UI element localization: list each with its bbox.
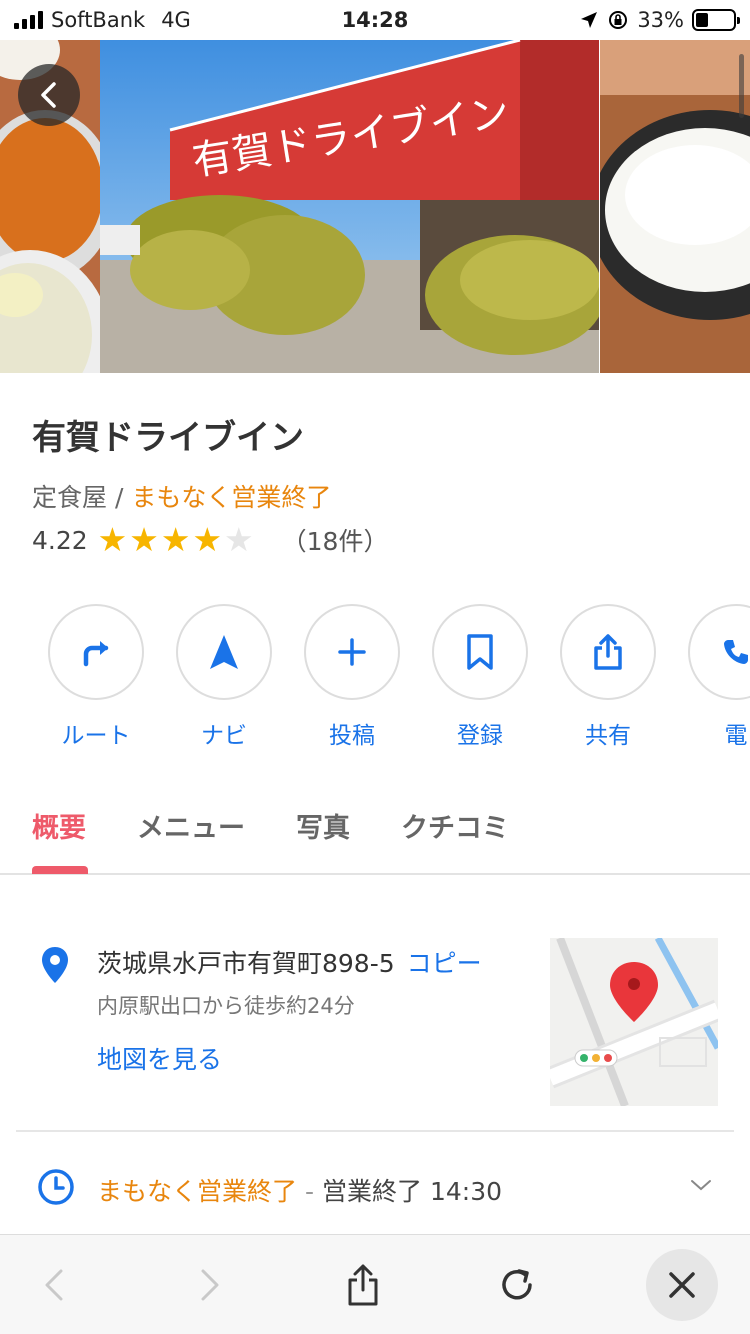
action-plus-button[interactable]: 投稿 bbox=[304, 604, 400, 750]
action-phone-button[interactable]: 電 bbox=[688, 604, 750, 750]
photo-rice[interactable] bbox=[600, 40, 750, 373]
bookmark-icon bbox=[464, 633, 496, 671]
action-circle[interactable] bbox=[432, 604, 528, 700]
rating-value: 4.22 bbox=[32, 525, 88, 555]
category-line: 定食屋 / まもなく営業終了 bbox=[32, 478, 331, 514]
map-thumbnail[interactable] bbox=[550, 938, 718, 1106]
hours-separator: - bbox=[305, 1177, 315, 1206]
category-separator: / bbox=[114, 483, 124, 512]
tab-menu[interactable]: メニュー bbox=[137, 806, 245, 845]
view-map-link[interactable]: 地図を見る bbox=[97, 1040, 222, 1076]
action-route-arrow-button[interactable]: ルート bbox=[48, 604, 144, 750]
action-circle[interactable] bbox=[304, 604, 400, 700]
business-hours[interactable]: まもなく営業終了 - 営業終了 14:30 bbox=[97, 1172, 502, 1208]
action-circle[interactable] bbox=[48, 604, 144, 700]
nearest-station: 内原駅出口から徒歩約24分 bbox=[97, 994, 355, 1018]
phone-icon bbox=[720, 636, 750, 668]
open-status: まもなく営業終了 bbox=[131, 483, 332, 512]
browser-forward-button[interactable] bbox=[180, 1255, 240, 1315]
battery-percent: 33% bbox=[637, 8, 684, 32]
photo-storefront[interactable]: 有賀ドライブイン bbox=[100, 40, 599, 373]
arrow-right-icon bbox=[201, 1269, 219, 1301]
chevron-left-icon bbox=[41, 82, 56, 108]
status-bar-right: 33% bbox=[579, 8, 740, 32]
close-icon bbox=[669, 1272, 695, 1298]
hours-detail: 営業終了 14:30 bbox=[322, 1177, 503, 1206]
action-label: 電 bbox=[724, 723, 748, 749]
share-icon bbox=[348, 1264, 378, 1306]
battery-icon bbox=[692, 9, 740, 31]
rating-row[interactable]: 4.22 ★ ★ ★ ★ ★ （18件） bbox=[32, 522, 388, 558]
orientation-lock-icon bbox=[609, 11, 628, 29]
star-filled-icon: ★ bbox=[160, 520, 191, 559]
location-arrow-icon bbox=[581, 12, 598, 28]
section-divider bbox=[16, 1130, 734, 1132]
star-filled-icon: ★ bbox=[129, 520, 159, 559]
tab-bar: 概要 メニュー 写真 クチコミ bbox=[0, 790, 750, 875]
plus-icon bbox=[336, 636, 368, 668]
tab-overview[interactable]: 概要 bbox=[32, 806, 86, 845]
action-share-button[interactable]: 共有 bbox=[560, 604, 656, 750]
action-navigation-button[interactable]: ナビ bbox=[176, 604, 272, 750]
copy-address-link[interactable]: コピー bbox=[407, 949, 482, 978]
photo-carousel[interactable]: 有賀ドライブイン bbox=[0, 40, 750, 373]
hours-status: まもなく営業終了 bbox=[97, 1177, 298, 1206]
chevron-down-icon[interactable] bbox=[690, 1178, 712, 1192]
star-filled-icon: ★ bbox=[192, 520, 223, 559]
address-line: 茨城県水戸市有賀町898-5 コピー bbox=[97, 944, 482, 980]
navigation-icon bbox=[206, 632, 242, 672]
browser-toolbar bbox=[0, 1234, 750, 1334]
action-label: ルート bbox=[61, 723, 131, 749]
review-count[interactable]: （18件） bbox=[282, 522, 389, 558]
clock-icon bbox=[38, 1169, 74, 1205]
reload-icon bbox=[502, 1269, 532, 1300]
action-circle[interactable] bbox=[560, 604, 656, 700]
place-category: 定食屋 bbox=[32, 483, 108, 512]
action-bookmark-button[interactable]: 登録 bbox=[432, 604, 528, 750]
action-buttons: ルート ナビ 投稿 登録 共有 電 bbox=[48, 604, 750, 754]
browser-reload-button[interactable] bbox=[487, 1255, 547, 1315]
star-empty-icon: ★ bbox=[224, 520, 254, 559]
location-pin-icon bbox=[42, 947, 68, 983]
action-label: 共有 bbox=[585, 723, 631, 749]
browser-back-button[interactable] bbox=[24, 1255, 84, 1315]
active-tab-indicator bbox=[32, 866, 88, 874]
action-circle[interactable] bbox=[688, 604, 750, 700]
star-filled-icon: ★ bbox=[97, 520, 128, 559]
status-bar: SoftBank 4G 14:28 33% bbox=[0, 0, 750, 40]
action-circle[interactable] bbox=[176, 604, 272, 700]
address-text: 茨城県水戸市有賀町898-5 bbox=[97, 949, 395, 978]
arrow-left-icon bbox=[45, 1269, 63, 1301]
place-name: 有賀ドライブイン bbox=[32, 418, 304, 458]
action-label: 投稿 bbox=[329, 723, 375, 749]
back-button[interactable] bbox=[18, 64, 80, 126]
action-label: 登録 bbox=[457, 723, 503, 749]
action-label: ナビ bbox=[201, 723, 247, 749]
route-arrow-icon bbox=[78, 634, 114, 670]
share-icon bbox=[592, 633, 624, 671]
rating-stars: ★ ★ ★ ★ ★ bbox=[98, 522, 254, 558]
tab-photos[interactable]: 写真 bbox=[296, 806, 350, 845]
tab-reviews[interactable]: クチコミ bbox=[401, 806, 509, 845]
browser-share-button[interactable] bbox=[333, 1255, 393, 1315]
close-button[interactable] bbox=[646, 1249, 718, 1321]
scroll-indicator bbox=[739, 54, 744, 118]
